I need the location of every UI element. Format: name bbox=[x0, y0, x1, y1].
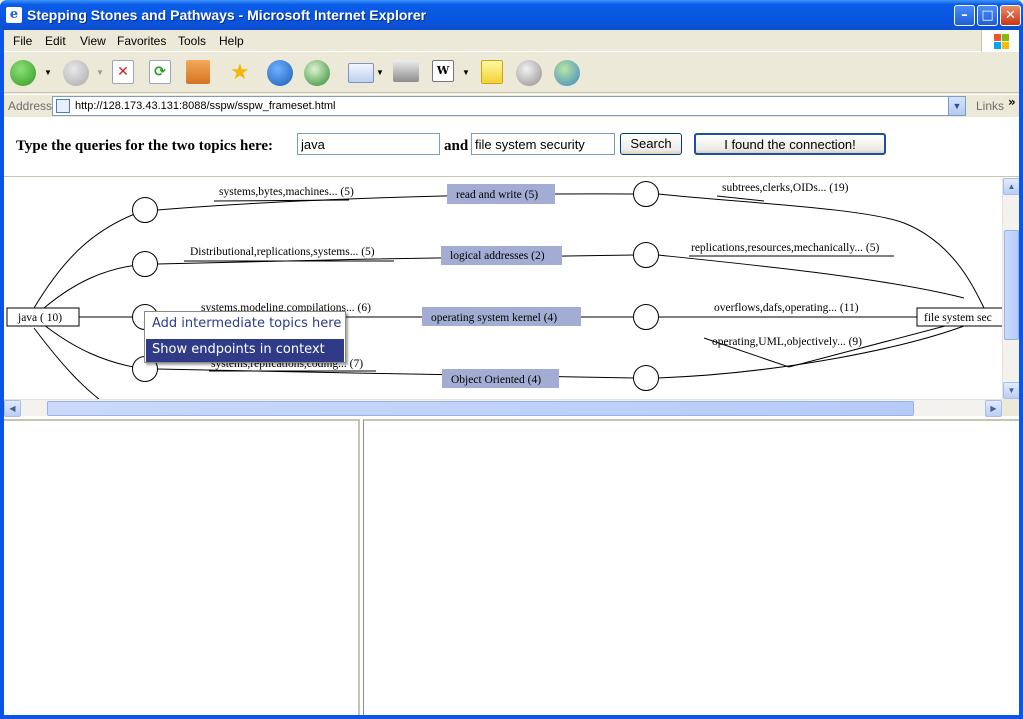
query-prompt: Type the queries for the two topics here… bbox=[16, 138, 274, 154]
scrollbar-corner bbox=[1002, 399, 1019, 416]
maximize-button[interactable]: □ bbox=[977, 5, 998, 26]
edge-label: Distributional,replications,systems... (… bbox=[190, 246, 375, 258]
close-button[interactable]: ✕ bbox=[1000, 5, 1021, 26]
refresh-icon[interactable]: ⟳ bbox=[149, 60, 171, 84]
topic-node[interactable] bbox=[132, 251, 158, 277]
topic1-input[interactable] bbox=[297, 133, 440, 155]
stop-icon[interactable]: ✕ bbox=[112, 60, 134, 84]
edge bbox=[33, 327, 100, 399]
scroll-left-icon[interactable]: ◀ bbox=[4, 400, 21, 417]
graph-edges bbox=[33, 193, 985, 399]
topic-box-label: Object Oriented (4) bbox=[451, 374, 541, 386]
links-label[interactable]: Links bbox=[976, 99, 1004, 113]
menu-favorites[interactable]: Favorites bbox=[117, 34, 166, 48]
page-icon bbox=[56, 99, 70, 113]
address-url[interactable]: http://128.173.43.131:8088/sspw/sspw_fra… bbox=[75, 100, 336, 112]
edge-label: subtrees,clerks,OIDs... (19) bbox=[722, 182, 849, 194]
edit-word-icon[interactable]: W bbox=[432, 60, 454, 82]
menu-help[interactable]: Help bbox=[219, 34, 244, 48]
mail-icon[interactable] bbox=[348, 63, 374, 83]
context-menu: Add intermediate topics here Show endpoi… bbox=[144, 311, 346, 363]
search-button[interactable]: Search bbox=[620, 133, 682, 155]
back-icon[interactable] bbox=[10, 60, 36, 86]
topic-node[interactable] bbox=[633, 181, 659, 207]
ie-logo-icon: e bbox=[6, 7, 22, 23]
topic-box-label: read and write (5) bbox=[456, 189, 538, 201]
edge bbox=[213, 199, 350, 202]
window-title: Stepping Stones and Pathways - Microsoft… bbox=[27, 7, 427, 23]
vertical-scroll-thumb[interactable] bbox=[1004, 230, 1019, 340]
address-input[interactable]: http://128.173.43.131:8088/sspw/sspw_fra… bbox=[52, 96, 966, 116]
menu-file[interactable]: File bbox=[13, 34, 32, 48]
notes-icon[interactable] bbox=[481, 60, 503, 84]
scroll-up-icon[interactable]: ▲ bbox=[1003, 178, 1019, 195]
page-content: Type the queries for the two topics here… bbox=[4, 117, 1019, 715]
menu-view[interactable]: View bbox=[80, 34, 106, 48]
messenger-icon[interactable] bbox=[554, 60, 580, 86]
windows-flag-icon bbox=[981, 30, 1019, 52]
home-icon[interactable] bbox=[186, 60, 210, 84]
topic-box-label: logical addresses (2) bbox=[450, 250, 545, 262]
topic2-input[interactable] bbox=[471, 133, 615, 155]
edge-label: systems,bytes,machines... (5) bbox=[219, 186, 354, 198]
title-bar[interactable]: e Stepping Stones and Pathways - Microso… bbox=[0, 0, 1023, 30]
forward-dropdown-icon[interactable]: ▼ bbox=[96, 68, 104, 77]
edge bbox=[657, 325, 965, 379]
history-icon[interactable] bbox=[304, 60, 330, 86]
address-label: Address bbox=[8, 99, 53, 113]
graph-vertical-scrollbar[interactable]: ▲ ▼ bbox=[1002, 178, 1019, 399]
edge bbox=[43, 324, 146, 370]
found-connection-button[interactable]: I found the connection! bbox=[694, 133, 886, 155]
forward-icon[interactable] bbox=[63, 60, 89, 86]
topic-box-label: operating system kernel (4) bbox=[431, 312, 557, 324]
left-result-frame bbox=[4, 419, 360, 715]
menu-item-add-intermediate-topics[interactable]: Add intermediate topics here bbox=[146, 313, 344, 336]
right-endpoint-label: file system sec bbox=[924, 312, 992, 324]
window-client: File Edit View Favorites Tools Help ▼ ▼ … bbox=[4, 30, 1019, 715]
minimize-button[interactable]: – bbox=[954, 5, 975, 26]
lower-frames bbox=[4, 419, 1019, 715]
menu-edit[interactable]: Edit bbox=[45, 34, 66, 48]
mail-dropdown-icon[interactable]: ▼ bbox=[376, 68, 384, 77]
edge bbox=[33, 209, 146, 309]
scroll-down-icon[interactable]: ▼ bbox=[1003, 382, 1019, 399]
menu-bar: File Edit View Favorites Tools Help bbox=[4, 30, 1019, 52]
edge bbox=[657, 254, 965, 299]
left-endpoint-label: java ( 10) bbox=[17, 312, 62, 324]
horizontal-scroll-thumb[interactable] bbox=[47, 401, 914, 416]
browser-window: e Stepping Stones and Pathways - Microso… bbox=[0, 0, 1023, 719]
topic-graph: java ( 10) file system sec read and writ… bbox=[6, 181, 1002, 399]
edge-label: replications,resources,mechanically... (… bbox=[691, 242, 879, 254]
right-result-frame bbox=[363, 419, 1019, 715]
back-dropdown-icon[interactable]: ▼ bbox=[44, 68, 52, 77]
discuss-icon[interactable] bbox=[516, 60, 542, 86]
topic-node[interactable] bbox=[633, 365, 659, 391]
topic-node[interactable] bbox=[633, 304, 659, 330]
edge-label: operating,UML,objectively... (9) bbox=[712, 336, 862, 348]
query-frame: Type the queries for the two topics here… bbox=[4, 117, 1019, 177]
graph-frame: java ( 10) file system sec read and writ… bbox=[4, 178, 1019, 418]
topic-node[interactable] bbox=[633, 242, 659, 268]
print-icon[interactable] bbox=[393, 60, 419, 82]
menu-tools[interactable]: Tools bbox=[178, 34, 206, 48]
topic-node[interactable] bbox=[132, 197, 158, 223]
favorites-star-icon[interactable]: ★ bbox=[230, 60, 256, 86]
edit-dropdown-icon[interactable]: ▼ bbox=[462, 68, 470, 77]
address-dropdown-icon[interactable]: ▼ bbox=[948, 97, 965, 115]
media-globe-icon[interactable] bbox=[267, 60, 293, 86]
graph-horizontal-scrollbar[interactable]: ◀ ▶ bbox=[4, 399, 1002, 417]
edge bbox=[156, 368, 635, 379]
edge-label: overflows,dafs,operating... (11) bbox=[714, 302, 859, 314]
and-label: and bbox=[444, 138, 469, 154]
standard-toolbar: ▼ ▼ ✕ ⟳ ★ ▼ W ▼ bbox=[4, 53, 1019, 93]
address-bar: Address http://128.173.43.131:8088/sspw/… bbox=[4, 94, 1019, 116]
menu-item-show-endpoints[interactable]: Show endpoints in context bbox=[146, 339, 344, 362]
links-chevron-icon[interactable]: » bbox=[1008, 95, 1016, 109]
scroll-right-icon[interactable]: ▶ bbox=[985, 400, 1002, 417]
graph-view: java ( 10) file system sec read and writ… bbox=[4, 178, 1002, 399]
